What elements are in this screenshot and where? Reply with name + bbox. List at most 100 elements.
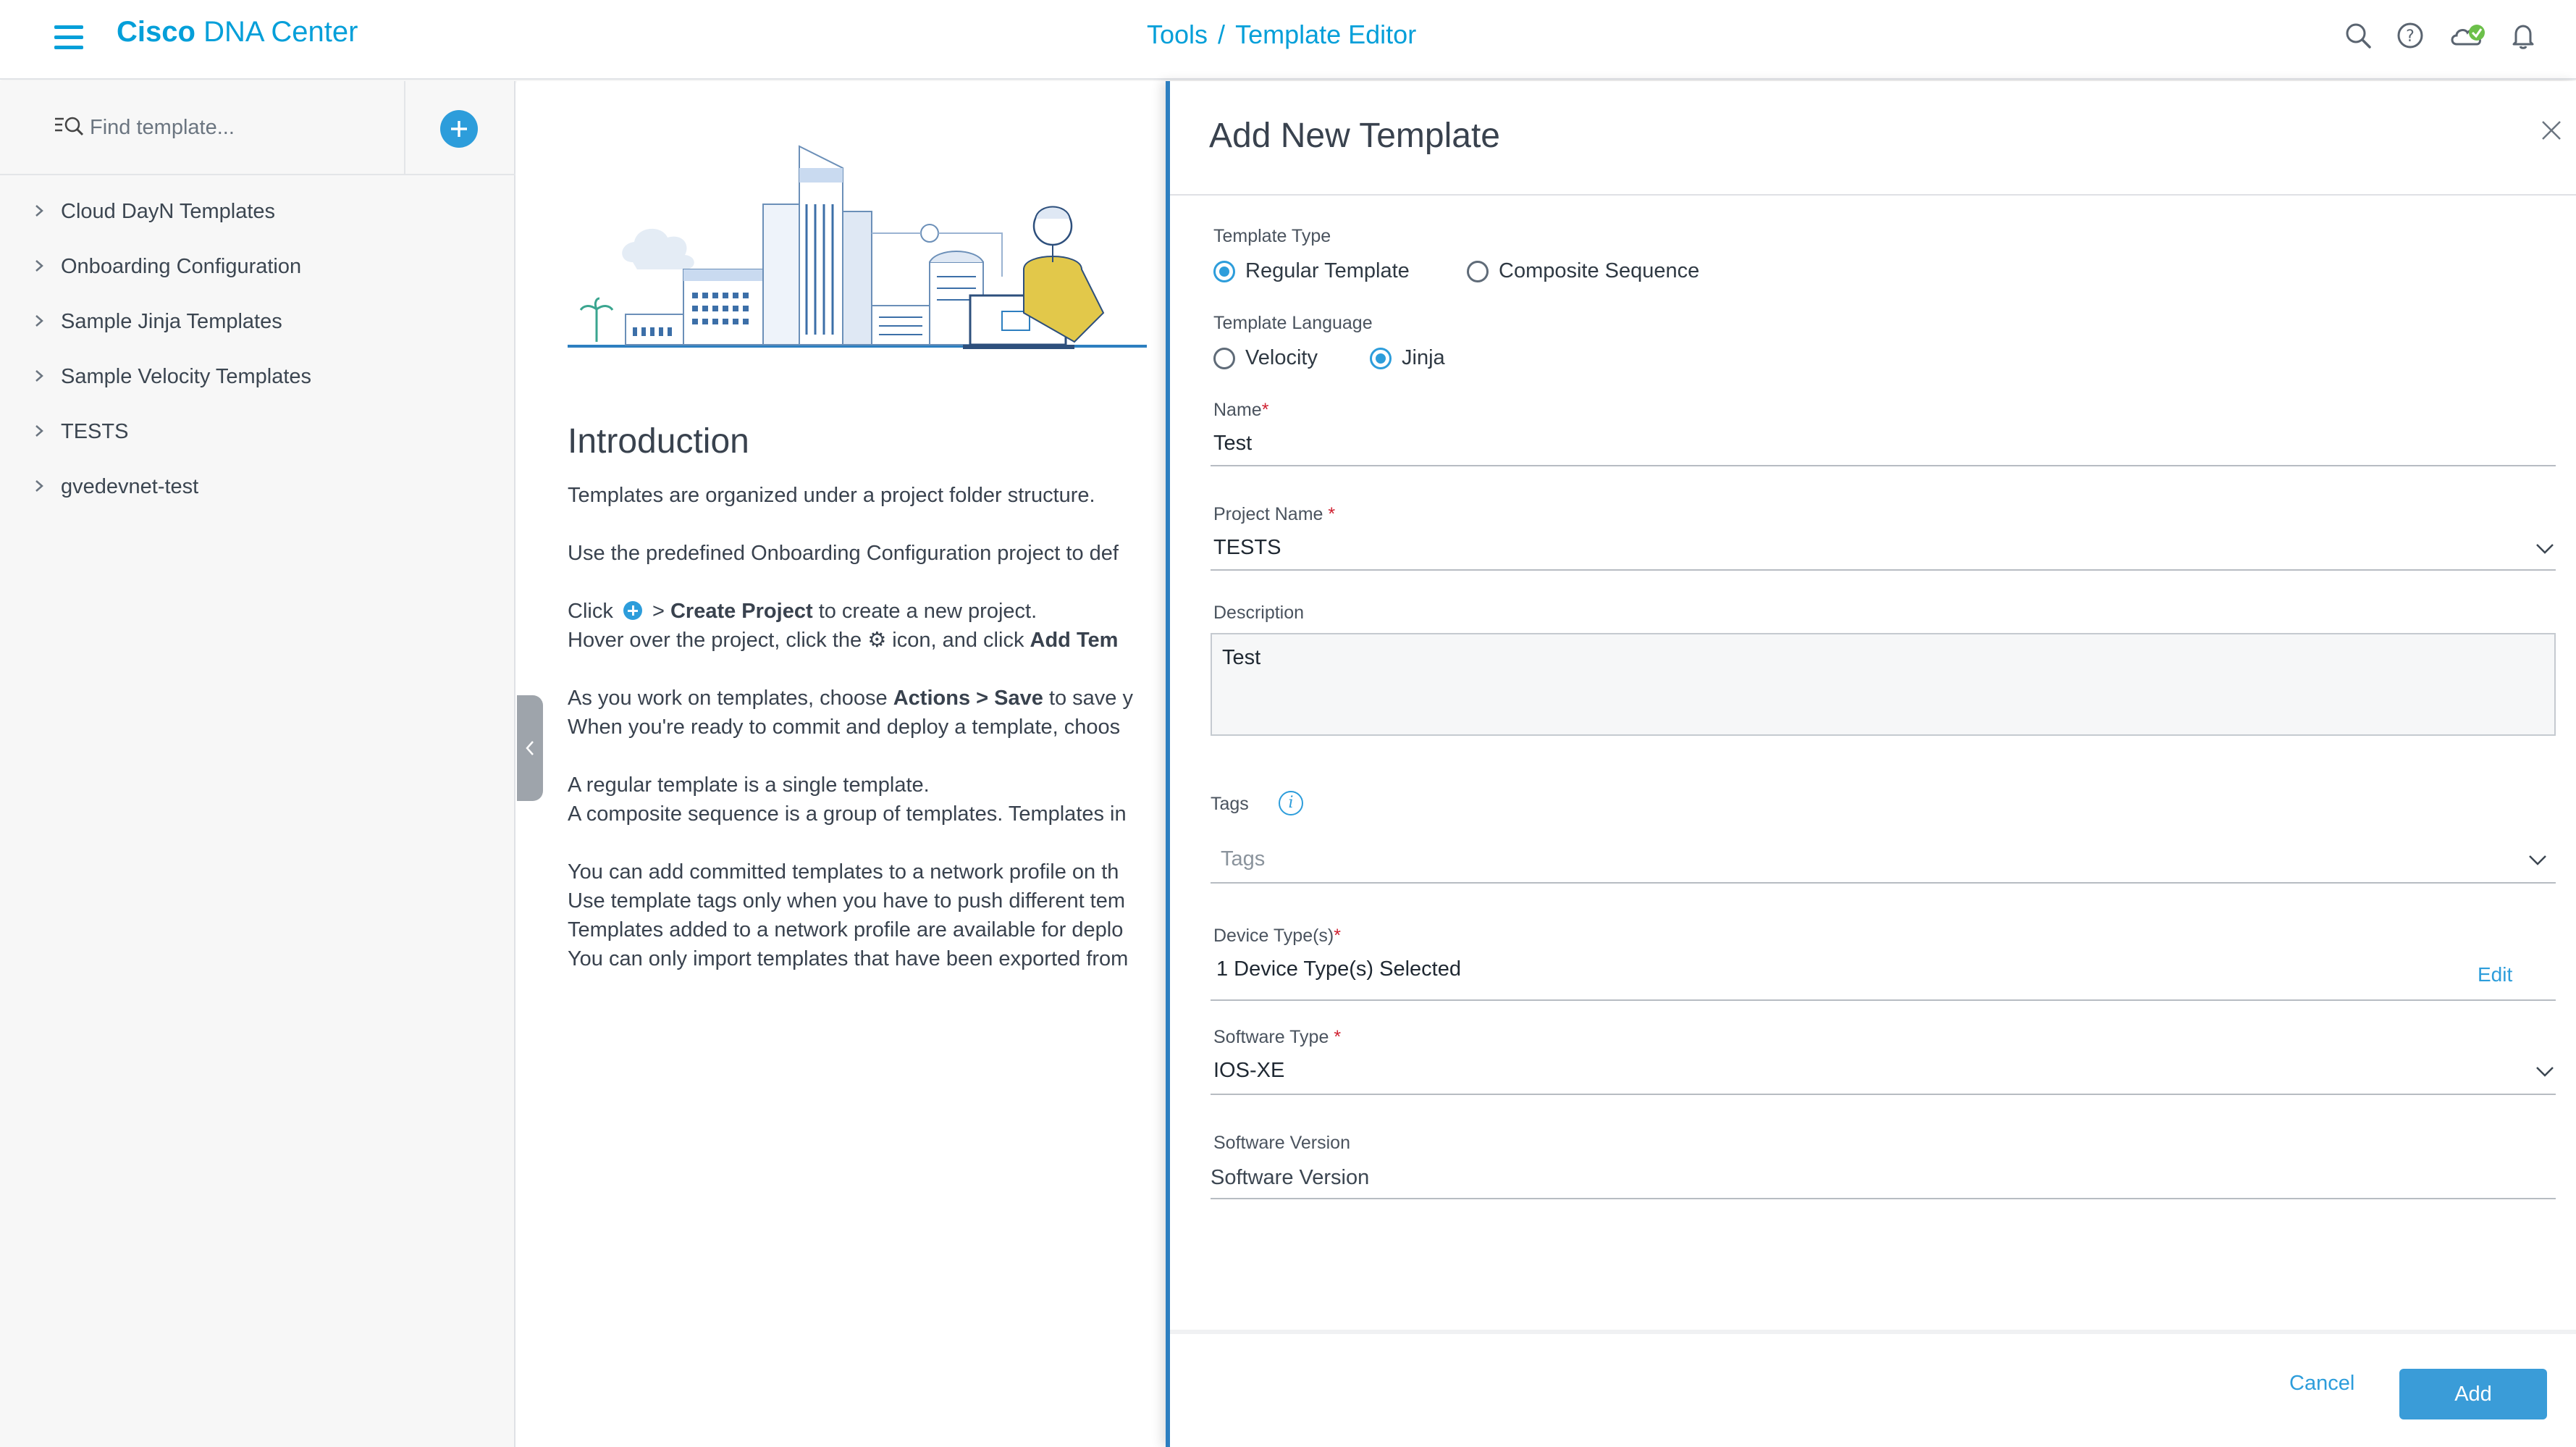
intro-title: Introduction bbox=[568, 422, 749, 461]
radio-velocity[interactable]: Velocity bbox=[1213, 346, 1318, 370]
filter-search-icon bbox=[55, 117, 84, 136]
template-sidebar: Cloud DayN Templates Onboarding Configur… bbox=[0, 81, 515, 1447]
chevron-down-icon[interactable] bbox=[2527, 853, 2548, 868]
chevron-right-icon bbox=[35, 260, 43, 272]
intro-bold-run: Create Project bbox=[670, 600, 813, 623]
intro-paragraph: Use the predefined Onboarding Configurat… bbox=[568, 542, 1119, 565]
search-icon[interactable] bbox=[2340, 17, 2376, 54]
intro-text-run: > bbox=[652, 600, 665, 623]
radio-button-selected[interactable] bbox=[1213, 260, 1235, 282]
edit-device-types-link[interactable]: Edit bbox=[2478, 963, 2512, 986]
help-icon[interactable]: ? bbox=[2392, 17, 2428, 54]
project-name-label-text: Project Name bbox=[1213, 504, 1323, 524]
software-type-underline bbox=[1211, 1094, 2556, 1095]
intro-paragraph: A composite sequence is a group of templ… bbox=[568, 802, 1127, 826]
project-name-select[interactable]: TESTS bbox=[1213, 536, 1281, 560]
name-label: Name* bbox=[1213, 400, 1268, 421]
tags-field-underline bbox=[1211, 882, 2556, 884]
collapse-sidebar-tab[interactable] bbox=[517, 695, 543, 801]
tree-item-gvedevnet-test[interactable]: gvedevnet-test bbox=[0, 459, 515, 514]
tree-item-tests[interactable]: TESTS bbox=[0, 404, 515, 459]
device-types-value: 1 Device Type(s) Selected bbox=[1216, 957, 1461, 981]
tree-item-sample-velocity[interactable]: Sample Velocity Templates bbox=[0, 349, 515, 404]
chevron-down-icon[interactable] bbox=[2534, 542, 2556, 556]
required-mark: * bbox=[1334, 1027, 1342, 1047]
intro-text-run: Hover over the project, click the bbox=[568, 629, 862, 652]
tags-input[interactable] bbox=[1221, 843, 2495, 875]
required-mark: * bbox=[1328, 504, 1336, 524]
software-type-label: Software Type * bbox=[1213, 1027, 1341, 1048]
tree-item-label: gvedevnet-test bbox=[61, 474, 199, 498]
project-field-underline bbox=[1211, 569, 2556, 571]
close-icon[interactable] bbox=[2538, 117, 2564, 143]
chevron-right-icon bbox=[35, 480, 43, 492]
description-textarea[interactable]: Test bbox=[1211, 633, 2556, 736]
template-language-label: Template Language bbox=[1213, 313, 1373, 333]
device-types-underline bbox=[1211, 999, 2556, 1001]
add-template-drawer: Add New Template Template Type Regular T… bbox=[1166, 81, 2576, 1447]
intro-text-run: As you work on templates, choose bbox=[568, 687, 888, 710]
tree-item-label: Onboarding Configuration bbox=[61, 254, 302, 278]
chevron-down-icon[interactable] bbox=[2534, 1065, 2556, 1079]
description-label: Description bbox=[1213, 603, 1305, 623]
add-button[interactable]: Add bbox=[2399, 1369, 2547, 1419]
software-version-label: Software Version bbox=[1213, 1133, 1350, 1153]
cancel-button[interactable]: Cancel bbox=[2289, 1372, 2354, 1396]
radio-composite-sequence[interactable]: Composite Sequence bbox=[1467, 259, 1699, 283]
device-types-label-text: Device Type(s) bbox=[1213, 926, 1334, 946]
software-version-input[interactable] bbox=[1211, 1162, 2535, 1194]
intro-bold-run: Actions bbox=[893, 687, 971, 710]
radio-label: Velocity bbox=[1245, 346, 1318, 369]
software-type-label-text: Software Type bbox=[1213, 1027, 1329, 1047]
tree-item-onboarding[interactable]: Onboarding Configuration bbox=[0, 239, 515, 294]
tags-label: Tags bbox=[1211, 794, 1249, 814]
software-type-select[interactable]: IOS-XE bbox=[1213, 1059, 1284, 1083]
svg-text:?: ? bbox=[2406, 28, 2415, 46]
name-field[interactable]: Test bbox=[1213, 432, 1252, 456]
device-types-label: Device Type(s)* bbox=[1213, 926, 1341, 947]
required-mark: * bbox=[1334, 926, 1341, 946]
tree-item-label: Cloud DayN Templates bbox=[61, 199, 276, 223]
intro-paragraph: Templates added to a network profile are… bbox=[568, 918, 1124, 941]
tree-item-sample-jinja[interactable]: Sample Jinja Templates bbox=[0, 294, 515, 349]
required-mark: * bbox=[1261, 400, 1269, 420]
breadcrumb-template-editor: Template Editor bbox=[1235, 20, 1417, 49]
cloud-status-icon[interactable] bbox=[2447, 17, 2489, 54]
info-icon[interactable]: i bbox=[1279, 791, 1303, 815]
gear-icon: ⚙ bbox=[867, 629, 887, 652]
radio-jinja[interactable]: Jinja bbox=[1370, 346, 1445, 370]
intro-paragraph: You can add committed templates to a net… bbox=[568, 860, 1119, 884]
radio-button[interactable] bbox=[1467, 260, 1489, 282]
top-header: Cisco DNA Center Tools / Template Editor ? bbox=[0, 0, 2576, 80]
intro-text: Templates are organized under a project … bbox=[568, 481, 1166, 973]
intro-paragraph: As you work on templates, choose Actions… bbox=[568, 684, 1166, 713]
app-brand[interactable]: Cisco DNA Center bbox=[117, 16, 358, 49]
bell-icon[interactable] bbox=[2505, 17, 2541, 54]
radio-button-selected[interactable] bbox=[1370, 347, 1392, 369]
tree-item-label: Sample Velocity Templates bbox=[61, 364, 312, 388]
intro-bold-run: Save bbox=[994, 687, 1043, 710]
intro-paragraph: Hover over the project, click the ⚙ icon… bbox=[568, 626, 1166, 655]
intro-text-run: to save y bbox=[1048, 687, 1133, 710]
menu-icon[interactable] bbox=[54, 25, 83, 50]
drawer-divider bbox=[1170, 194, 2576, 196]
breadcrumb-tools[interactable]: Tools bbox=[1147, 20, 1208, 49]
intro-text-run: icon, and click bbox=[892, 629, 1024, 652]
breadcrumb-separator: / bbox=[1218, 20, 1226, 49]
intro-paragraph: You can only import templates that have … bbox=[568, 947, 1129, 970]
radio-regular-template[interactable]: Regular Template bbox=[1213, 259, 1410, 283]
intro-paragraph: Use template tags only when you have to … bbox=[568, 889, 1126, 913]
intro-bold-run: Add Tem bbox=[1030, 629, 1119, 652]
radio-button[interactable] bbox=[1213, 347, 1235, 369]
intro-panel: Introduction Templates are organized und… bbox=[517, 81, 1166, 1447]
chevron-right-icon bbox=[35, 315, 43, 327]
intro-paragraph: When you're ready to commit and deploy a… bbox=[568, 716, 1121, 739]
project-name-label: Project Name * bbox=[1213, 504, 1335, 525]
intro-text-run: Click bbox=[568, 600, 613, 623]
brand-bold: Cisco bbox=[117, 16, 195, 48]
tree-item-cloud-dayn[interactable]: Cloud DayN Templates bbox=[0, 184, 515, 239]
name-field-underline bbox=[1211, 465, 2556, 466]
add-project-button[interactable] bbox=[440, 110, 478, 148]
find-template-input[interactable] bbox=[90, 112, 394, 143]
software-version-underline bbox=[1211, 1198, 2556, 1199]
